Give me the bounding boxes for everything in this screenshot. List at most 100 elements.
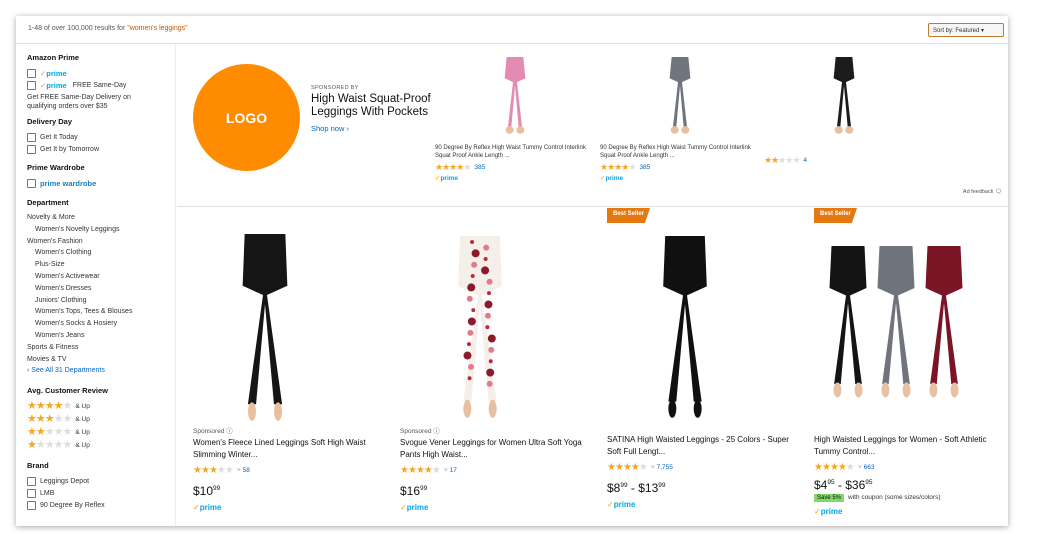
legging-image [829, 246, 867, 398]
department-link[interactable]: Juniors' Clothing [27, 295, 175, 307]
product-image[interactable] [607, 222, 802, 422]
product-image[interactable] [193, 222, 388, 422]
sponsored-tag: SPONSORED BY [311, 85, 359, 91]
review-filter-2[interactable]: ★★★★★ & Up [27, 426, 175, 439]
product-image[interactable] [400, 222, 595, 422]
product-title[interactable]: High Waisted Leggings for Women - Soft A… [814, 434, 1008, 457]
rating-row: ★★★★★ ˅ 7,755 [607, 462, 802, 473]
department-link[interactable]: Women's Tops, Tees & Blouses [27, 306, 175, 318]
chevron-down-icon: ˅ [857, 464, 862, 471]
coupon-row[interactable]: Save 5% with coupon (some sizes/colors) [814, 494, 1008, 502]
price[interactable]: $495 - $3695 [814, 478, 1008, 492]
brand-filter[interactable]: Leggings Depot [27, 475, 175, 487]
brand-headline[interactable]: High Waist Squat-Proof Leggings With Poc… [311, 93, 431, 119]
sort-label: Sort by: Featured [933, 28, 980, 34]
rating-row: ★★★★★ 4 [764, 155, 924, 166]
star-rating-icon[interactable]: ★★★★★ [814, 462, 855, 473]
price[interactable]: $1099 [193, 484, 388, 498]
star-rating-icon[interactable]: ★★★★★ [27, 440, 72, 451]
review-filter-4[interactable]: ★★★★★ & Up [27, 400, 175, 413]
review-count[interactable]: ˅ 58 [237, 467, 250, 474]
prime-badge-icon: ✓prime [193, 503, 222, 512]
brand-label: Leggings Depot [40, 477, 90, 485]
department-link[interactable]: Women's Socks & Hosiery [27, 318, 175, 330]
see-all-departments-link[interactable]: ‹ See All 31 Departments [27, 365, 175, 377]
filter-get-today[interactable]: Get It Today [27, 131, 175, 143]
price[interactable]: $899 - $1399 [607, 481, 802, 495]
review-count[interactable]: 4 [803, 157, 807, 164]
department-link[interactable]: Women's Clothing [27, 247, 175, 259]
product-image[interactable] [764, 53, 924, 137]
star-rating-icon[interactable]: ★★★★★ [600, 162, 636, 173]
department-link[interactable]: Women's Jeans [27, 330, 175, 342]
department-link[interactable]: Novelty & More [27, 212, 175, 224]
product-image[interactable] [600, 53, 760, 137]
price[interactable]: $1699 [400, 484, 595, 498]
chevron-down-icon: ˅ [236, 467, 241, 474]
checkbox[interactable] [27, 178, 36, 188]
review-filter-3[interactable]: ★★★★★ & Up [27, 413, 175, 426]
department-link[interactable]: Women's Fashion [27, 236, 175, 248]
filter-prime-wardrobe[interactable]: prime wardrobe [27, 177, 175, 189]
legging-image [458, 236, 502, 418]
product-card[interactable]: Sponsored ⓘ Svogue Vener Leggings for Wom… [400, 208, 595, 526]
review-count[interactable]: ˅ 17 [444, 467, 457, 474]
star-rating-icon[interactable]: ★★★★★ [607, 462, 648, 473]
prime-checkbox[interactable] [27, 68, 36, 78]
star-rating-icon[interactable]: ★★★★★ [27, 414, 72, 425]
ad-feedback-link[interactable]: Ad feedback 🗨 [963, 189, 1002, 195]
product-card[interactable]: Best Seller .High Waisted Leggings for Wo… [814, 208, 1008, 526]
star-rating-icon[interactable]: ★★★★★ [27, 401, 72, 412]
sponsored-label[interactable]: Sponsored ⓘ [400, 425, 595, 435]
department-link[interactable]: Movies & TV [27, 354, 175, 366]
sponsored-label[interactable]: Sponsored ⓘ [193, 425, 388, 435]
product-image[interactable] [814, 222, 1008, 422]
filter-prime[interactable]: ✓prime [27, 67, 175, 79]
product-title[interactable]: 90 Degree By Reflex High Waist Tummy Con… [435, 144, 595, 160]
star-rating-icon[interactable]: ★★★★★ [400, 465, 441, 476]
sponsored-product[interactable]: 90 Degree By Reflex High Waist Tummy Con… [435, 53, 595, 182]
department-link[interactable]: Women's Dresses [27, 283, 175, 295]
department-link[interactable]: Plus-Size [27, 259, 175, 271]
brand-logo[interactable]: LOGO [193, 64, 300, 171]
brand-filter[interactable]: 90 Degree By Reflex [27, 499, 175, 511]
rating-row: ★★★★★ ˅ 58 [193, 465, 388, 476]
checkbox[interactable] [27, 488, 36, 498]
department-link[interactable]: Women's Novelty Leggings [27, 224, 175, 236]
shop-now-link[interactable]: Shop now › [311, 124, 431, 133]
review-count[interactable]: 385 [639, 164, 650, 171]
review-count[interactable]: ˅ 7,755 [651, 464, 673, 471]
product-info: .SATINA High Waisted Leggings - 25 Color… [607, 425, 802, 509]
sameday-checkbox[interactable] [27, 80, 36, 90]
brand-filter[interactable]: LMB [27, 487, 175, 499]
filter-sameday[interactable]: ✓prime FREE Same-Day [27, 79, 175, 91]
star-rating-icon[interactable]: ★★★★★ [435, 162, 471, 173]
star-rating-icon[interactable]: ★★★★★ [27, 427, 72, 438]
review-filter-1[interactable]: ★★★★★ & Up [27, 439, 175, 452]
review-count[interactable]: 385 [474, 164, 485, 171]
legging-image [925, 246, 963, 398]
product-title[interactable]: SATINA High Waisted Leggings - 25 Colors… [607, 434, 802, 457]
checkbox[interactable] [27, 144, 36, 154]
star-rating-icon[interactable]: ★★★★★ [193, 465, 234, 476]
department-link[interactable]: Sports & Fitness [27, 342, 175, 354]
checkbox[interactable] [27, 476, 36, 486]
product-card[interactable]: Sponsored ⓘ Women's Fleece Lined Leggings… [193, 208, 388, 526]
checkbox[interactable] [27, 500, 36, 510]
checkbox[interactable] [27, 132, 36, 142]
product-title[interactable]: 90 Degree By Reflex High Waist Tummy Con… [600, 144, 760, 160]
product-title[interactable]: Svogue Vener Leggings for Women Ultra So… [400, 437, 595, 460]
prime-wardrobe-logo: prime wardrobe [40, 178, 97, 188]
product-card[interactable]: Best Seller .SATINA High Waisted Leggings… [607, 208, 802, 526]
review-count[interactable]: ˅ 663 [858, 464, 875, 471]
sort-dropdown[interactable]: Sort by: Featured ▾ [928, 23, 1004, 37]
product-title[interactable]: Women's Fleece Lined Leggings Soft High … [193, 437, 388, 460]
filter-get-tomorrow[interactable]: Get It by Tomorrow [27, 143, 175, 155]
sponsored-product[interactable]: 90 Degree By Reflex High Waist Tummy Con… [600, 53, 760, 182]
product-image[interactable] [435, 53, 595, 137]
rating-row: ★★★★★ 385 [435, 162, 595, 173]
department-link[interactable]: Women's Activewear [27, 271, 175, 283]
star-rating-icon[interactable]: ★★★★★ [764, 155, 800, 166]
legging-image [663, 236, 707, 418]
sponsored-product[interactable]: ★★★★★ 4 [764, 53, 924, 166]
